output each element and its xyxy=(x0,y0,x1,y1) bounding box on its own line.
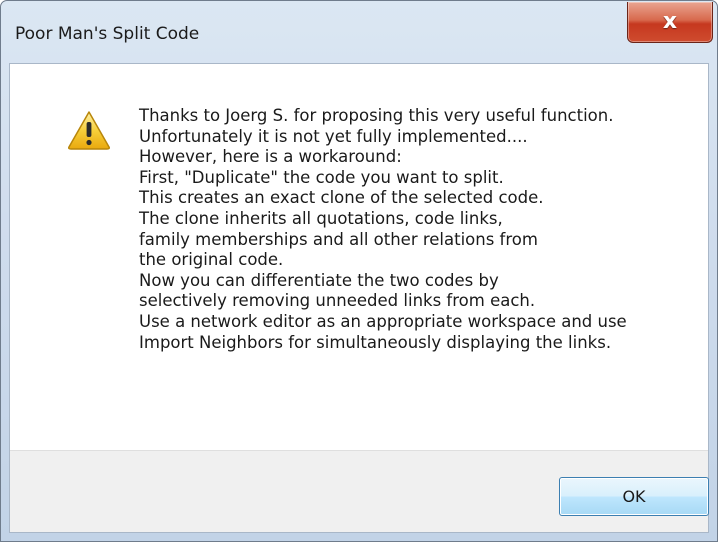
message-line: Unfortunately it is not yet fully implem… xyxy=(139,126,528,146)
dialog-window: Poor Man's Split Code x Thanks to Joerg … xyxy=(0,0,718,542)
close-button[interactable]: x xyxy=(627,2,713,43)
message-line: However, here is a workaround: xyxy=(139,147,402,167)
message-line: the original code. xyxy=(139,250,284,270)
message-text: Thanks to Joerg S. for proposing this ve… xyxy=(139,106,699,353)
message-line: Now you can differentiate the two codes … xyxy=(139,270,499,290)
title-bar[interactable]: Poor Man's Split Code x xyxy=(1,1,717,63)
message-line: Import Neighbors for simultaneously disp… xyxy=(139,332,612,352)
ok-button[interactable]: OK xyxy=(559,477,709,516)
dialog-body: Thanks to Joerg S. for proposing this ve… xyxy=(9,63,709,533)
window-title: Poor Man's Split Code xyxy=(15,24,200,44)
message-line: family memberships and all other relatio… xyxy=(139,229,538,249)
message-line: First, "Duplicate" the code you want to … xyxy=(139,167,504,187)
message-area: Thanks to Joerg S. for proposing this ve… xyxy=(10,64,708,450)
message-line: selectively removing unneeded links from… xyxy=(139,291,536,311)
message-line: Use a network editor as an appropriate w… xyxy=(139,311,627,331)
warning-icon xyxy=(68,111,110,150)
close-icon: x xyxy=(662,9,678,34)
button-bar: OK xyxy=(10,450,709,532)
message-line: This creates an exact clone of the selec… xyxy=(139,188,544,208)
message-line: Thanks to Joerg S. for proposing this ve… xyxy=(139,106,614,125)
message-line: The clone inherits all quotations, code … xyxy=(139,208,503,228)
